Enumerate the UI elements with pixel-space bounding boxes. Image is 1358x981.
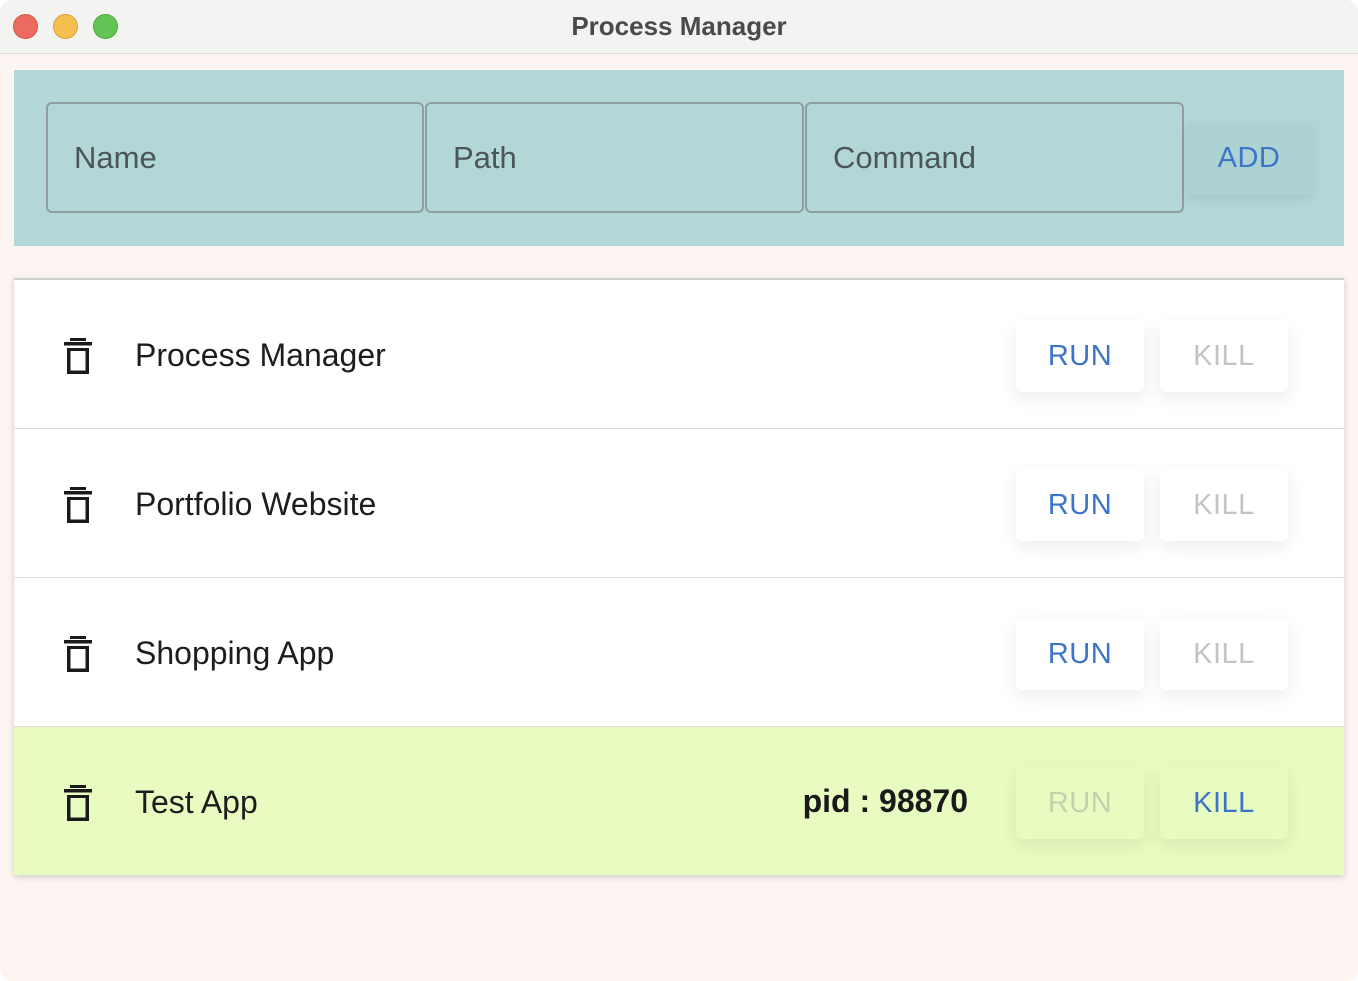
window-title: Process Manager: [571, 11, 787, 41]
trash-icon[interactable]: [64, 785, 92, 821]
run-button[interactable]: RUN: [1016, 320, 1144, 392]
name-input[interactable]: [46, 102, 424, 213]
kill-button[interactable]: KILL: [1160, 469, 1288, 541]
add-process-form: ADD: [14, 70, 1344, 246]
process-row: Process Manager RUN KILL: [14, 280, 1344, 429]
trash-icon[interactable]: [64, 636, 92, 672]
process-name: Portfolio Website: [135, 486, 377, 522]
process-pid: pid : 98870: [802, 783, 968, 819]
add-button[interactable]: ADD: [1186, 122, 1312, 195]
process-name: Shopping App: [135, 635, 335, 671]
command-input[interactable]: [805, 102, 1184, 213]
run-button[interactable]: RUN: [1016, 618, 1144, 690]
path-input[interactable]: [425, 102, 804, 213]
run-button[interactable]: RUN: [1016, 767, 1144, 839]
app-window: Process Manager ADD Process Manager RUN …: [0, 0, 1358, 981]
kill-button[interactable]: KILL: [1160, 618, 1288, 690]
kill-button[interactable]: KILL: [1160, 767, 1288, 839]
process-row: Portfolio Website RUN KILL: [14, 429, 1344, 578]
process-row-running: Test App pid : 98870 RUN KILL: [14, 727, 1344, 875]
process-row: Shopping App RUN KILL: [14, 578, 1344, 727]
process-name: Test App: [135, 784, 258, 820]
trash-icon[interactable]: [64, 338, 92, 374]
run-button[interactable]: RUN: [1016, 469, 1144, 541]
title-bar: Process Manager: [0, 0, 1358, 54]
process-list: Process Manager RUN KILL Portfolio Websi…: [14, 278, 1344, 875]
trash-icon[interactable]: [64, 487, 92, 523]
kill-button[interactable]: KILL: [1160, 320, 1288, 392]
process-name: Process Manager: [135, 337, 386, 373]
